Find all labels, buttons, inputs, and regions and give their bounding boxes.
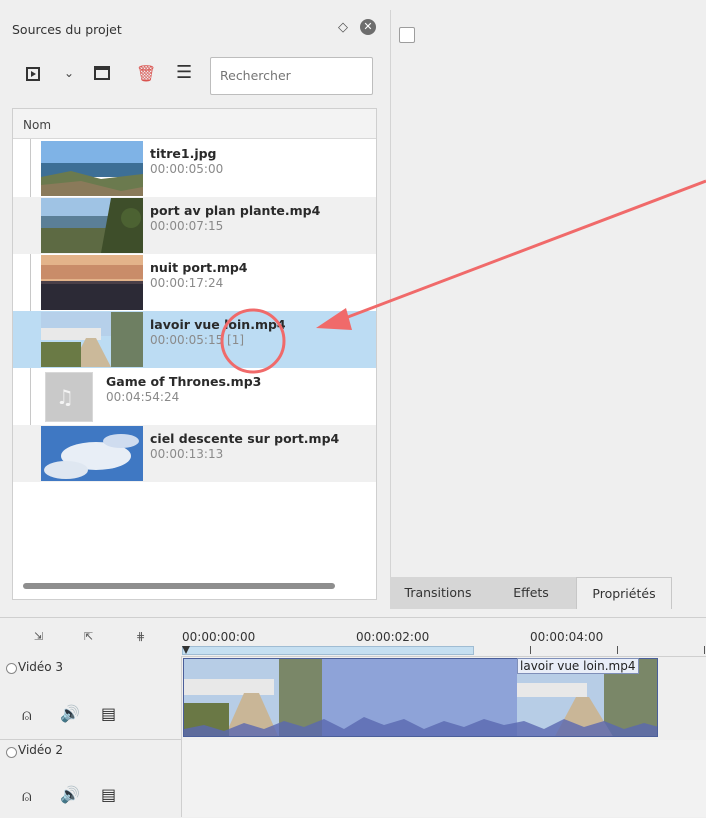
clip-name: nuit port.mp4 [150,260,248,275]
audio-icon[interactable]: 🔊 [60,785,80,804]
ruler-tick [530,646,531,654]
list-item[interactable]: port av plan plante.mp4 00:00:07:15 [13,197,376,254]
video-icon[interactable]: ▤ [101,785,116,804]
clip-thumbnail [41,198,143,253]
clip-thumbnail [41,426,143,481]
clip-name: Game of Thrones.mp3 [106,374,262,389]
clip-duration: 00:00:17:24 [150,276,224,290]
search-input[interactable] [218,67,362,84]
ruler-tick [617,646,618,654]
ruler-time: 00:00:04:00 [530,630,604,644]
track-header-video2: Vidéo 2 ⍝ 🔊 ▤ [0,740,181,817]
track-name: Vidéo 3 [18,660,64,674]
add-clip-icon[interactable] [26,67,40,81]
clip-name: ciel descente sur port.mp4 [150,431,340,446]
ruler-tick [704,646,705,654]
column-name-header[interactable]: Nom [23,118,51,132]
insert-icon[interactable]: ⇲ [34,630,43,643]
clip-duration: 00:00:07:15 [150,219,224,233]
lift-icon[interactable]: ⇱ [84,630,93,643]
lock-icon[interactable]: ⍝ [22,705,32,725]
clip-duration: 00:00:05:15 [1] [150,333,245,347]
clip-name: port av plan plante.mp4 [150,203,321,218]
list-item[interactable]: ♫ Game of Thrones.mp3 00:04:54:24 [13,368,376,425]
chevron-down-icon[interactable]: ⌄ [64,66,74,80]
search-field[interactable] [210,57,373,95]
track-lane [182,740,706,817]
list-item-selected[interactable]: lavoir vue loin.mp4 00:00:05:15 [1] [13,311,376,368]
ruler-time: 00:00:00:00 [182,630,256,644]
clip-name: lavoir vue loin.mp4 [150,317,286,332]
list-item[interactable]: titre1.jpg 00:00:05:00 [13,140,376,197]
tab-properties[interactable]: Propriétés [576,577,672,609]
clip-duration: 00:04:54:24 [106,390,180,404]
ruler-time: 00:00:02:00 [356,630,430,644]
list-header: Nom [13,109,376,139]
playhead-icon[interactable] [182,646,190,654]
music-note-icon: ♫ [56,385,74,409]
track-header-video3: Vidéo 3 ⍝ 🔊 ▤ [0,656,181,740]
close-icon[interactable]: ✕ [360,19,376,35]
float-icon[interactable]: ◇ [338,20,348,35]
track-name: Vidéo 2 [18,743,64,757]
track-radio[interactable] [6,747,17,758]
checkbox[interactable] [399,27,415,43]
track-divider [181,656,182,817]
clip-name: titre1.jpg [150,146,217,161]
clip-thumbnail [41,255,143,310]
tab-effects[interactable]: Effets [486,577,576,609]
lock-icon[interactable]: ⍝ [22,786,32,806]
tab-transitions[interactable]: Transitions [390,577,486,609]
spacer-icon[interactable]: ⋕ [136,630,145,643]
clip-duration: 00:00:13:13 [150,447,224,461]
list-item[interactable]: ciel descente sur port.mp4 00:00:13:13 [13,425,376,482]
clip-list: Nom titre1.jpg 00:00:05:00 port av plan … [12,108,377,600]
project-bin-title: Sources du projet [12,22,122,37]
clip-thumbnail [41,141,143,196]
clip-thumbnail [41,312,143,367]
add-folder-icon[interactable] [94,66,110,80]
delete-icon[interactable]: 🗑 [136,64,156,83]
track-radio[interactable] [6,663,17,674]
audio-thumbnail: ♫ [45,372,93,422]
audio-icon[interactable]: 🔊 [60,704,80,723]
menu-icon[interactable]: ☰ [176,62,192,83]
clip-label: lavoir vue loin.mp4 [517,658,639,674]
clip-duration: 00:00:05:00 [150,162,224,176]
horizontal-scrollbar[interactable] [23,583,335,589]
timeline-zone[interactable] [182,646,474,655]
video-icon[interactable]: ▤ [101,704,116,723]
list-item[interactable]: nuit port.mp4 00:00:17:24 [13,254,376,311]
properties-panel [390,10,706,608]
